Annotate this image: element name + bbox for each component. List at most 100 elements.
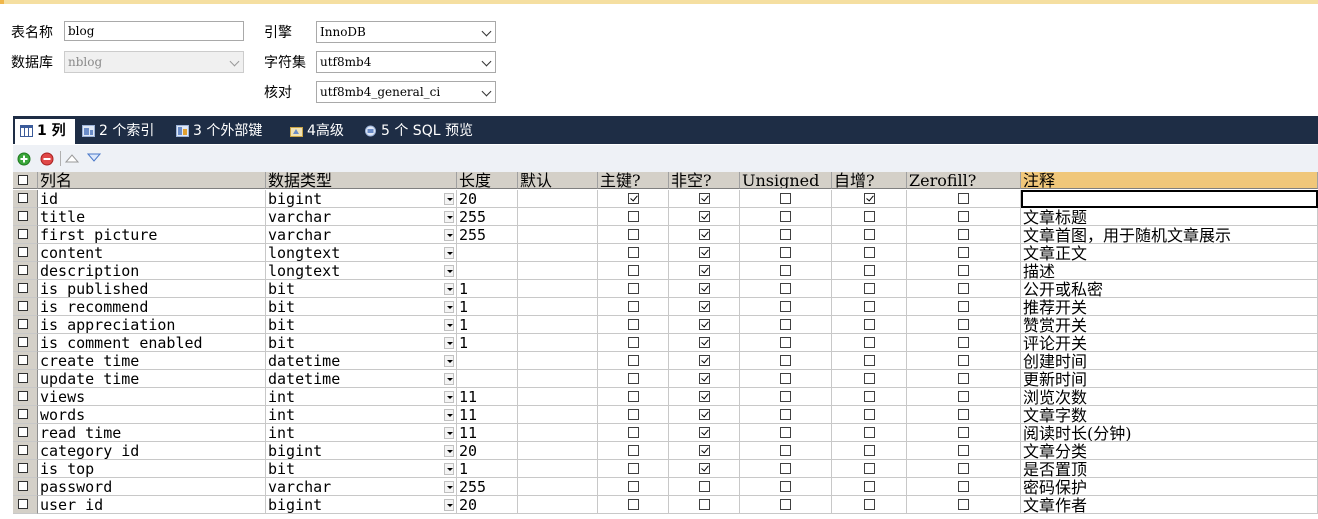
unsigned-checkbox[interactable] xyxy=(780,229,791,240)
not-null-checkbox-cell[interactable] xyxy=(669,370,740,388)
auto-increment-checkbox[interactable] xyxy=(864,391,875,402)
table-row[interactable]: is_appreciation bit 1 赞赏开关 xyxy=(13,316,1318,334)
primary-key-checkbox[interactable] xyxy=(628,319,639,330)
table-row[interactable]: is_recommend bit 1 推荐开关 xyxy=(13,298,1318,316)
unsigned-checkbox-cell[interactable] xyxy=(740,370,832,388)
unsigned-checkbox[interactable] xyxy=(780,445,791,456)
not-null-checkbox-cell[interactable] xyxy=(669,316,740,334)
row-selector[interactable] xyxy=(13,442,38,460)
row-select-checkbox[interactable] xyxy=(18,265,28,275)
header-default[interactable]: 默认 xyxy=(518,172,598,189)
primary-key-checkbox[interactable] xyxy=(628,193,639,204)
zerofill-checkbox[interactable] xyxy=(958,247,969,258)
primary-key-checkbox-cell[interactable] xyxy=(598,352,669,370)
zerofill-checkbox-cell[interactable] xyxy=(907,244,1021,262)
not-null-checkbox[interactable] xyxy=(699,355,710,366)
not-null-checkbox[interactable] xyxy=(699,463,710,474)
not-null-checkbox-cell[interactable] xyxy=(669,352,740,370)
row-selector[interactable] xyxy=(13,424,38,442)
row-selector[interactable] xyxy=(13,208,38,226)
data-type-cell[interactable]: bigint xyxy=(266,496,457,514)
not-null-checkbox[interactable] xyxy=(699,211,710,222)
row-select-checkbox[interactable] xyxy=(18,211,28,221)
comment-cell[interactable]: 是否置顶 xyxy=(1021,460,1318,478)
zerofill-checkbox-cell[interactable] xyxy=(907,424,1021,442)
not-null-checkbox[interactable] xyxy=(699,265,710,276)
unsigned-checkbox[interactable] xyxy=(780,193,791,204)
comment-cell[interactable]: 公开或私密 xyxy=(1021,280,1318,298)
auto-increment-checkbox[interactable] xyxy=(864,463,875,474)
unsigned-checkbox-cell[interactable] xyxy=(740,388,832,406)
not-null-checkbox-cell[interactable] xyxy=(669,496,740,514)
type-dropdown-icon[interactable] xyxy=(444,373,454,385)
table-row[interactable]: update_time datetime 更新时间 xyxy=(13,370,1318,388)
not-null-checkbox-cell[interactable] xyxy=(669,442,740,460)
length-cell[interactable]: 11 xyxy=(457,424,518,442)
default-cell[interactable] xyxy=(518,478,598,496)
table-row[interactable]: category_id bigint 20 文章分类 xyxy=(13,442,1318,460)
row-selector[interactable] xyxy=(13,316,38,334)
primary-key-checkbox-cell[interactable] xyxy=(598,280,669,298)
data-type-cell[interactable]: longtext xyxy=(266,262,457,280)
table-row[interactable]: description longtext 描述 xyxy=(13,262,1318,280)
zerofill-checkbox-cell[interactable] xyxy=(907,190,1021,208)
comment-cell[interactable]: 推荐开关 xyxy=(1021,298,1318,316)
move-up-icon[interactable] xyxy=(65,153,79,163)
not-null-checkbox-cell[interactable] xyxy=(669,406,740,424)
zerofill-checkbox-cell[interactable] xyxy=(907,370,1021,388)
primary-key-checkbox[interactable] xyxy=(628,499,639,510)
zerofill-checkbox[interactable] xyxy=(958,193,969,204)
auto-increment-checkbox[interactable] xyxy=(864,445,875,456)
length-cell[interactable]: 1 xyxy=(457,316,518,334)
not-null-checkbox-cell[interactable] xyxy=(669,460,740,478)
not-null-checkbox-cell[interactable] xyxy=(669,280,740,298)
not-null-checkbox[interactable] xyxy=(699,499,710,510)
auto-increment-checkbox-cell[interactable] xyxy=(832,226,907,244)
table-row[interactable]: content longtext 文章正文 xyxy=(13,244,1318,262)
auto-increment-checkbox-cell[interactable] xyxy=(832,334,907,352)
column-name-cell[interactable]: read_time xyxy=(38,424,266,442)
comment-cell[interactable]: 浏览次数 xyxy=(1021,388,1318,406)
zerofill-checkbox[interactable] xyxy=(958,427,969,438)
length-cell[interactable]: 20 xyxy=(457,190,518,208)
unsigned-checkbox-cell[interactable] xyxy=(740,226,832,244)
auto-increment-checkbox[interactable] xyxy=(864,283,875,294)
primary-key-checkbox[interactable] xyxy=(628,427,639,438)
primary-key-checkbox-cell[interactable] xyxy=(598,442,669,460)
not-null-checkbox-cell[interactable] xyxy=(669,262,740,280)
table-row[interactable]: id bigint 20 xyxy=(13,190,1318,208)
unsigned-checkbox-cell[interactable] xyxy=(740,190,832,208)
zerofill-checkbox-cell[interactable] xyxy=(907,280,1021,298)
length-cell[interactable]: 255 xyxy=(457,478,518,496)
type-dropdown-icon[interactable] xyxy=(444,301,454,313)
auto-increment-checkbox-cell[interactable] xyxy=(832,190,907,208)
charset-select[interactable]: utf8mb4 xyxy=(316,51,496,73)
column-name-cell[interactable]: is_published xyxy=(38,280,266,298)
row-select-checkbox[interactable] xyxy=(18,247,28,257)
data-type-cell[interactable]: int xyxy=(266,388,457,406)
data-type-cell[interactable]: varchar xyxy=(266,478,457,496)
table-row[interactable]: is_top bit 1 是否置顶 xyxy=(13,460,1318,478)
default-cell[interactable] xyxy=(518,460,598,478)
length-cell[interactable] xyxy=(457,352,518,370)
zerofill-checkbox-cell[interactable] xyxy=(907,442,1021,460)
auto-increment-checkbox-cell[interactable] xyxy=(832,208,907,226)
table-row[interactable]: first_picture varchar 255 文章首图，用于随机文章展示 xyxy=(13,226,1318,244)
data-type-cell[interactable]: bit xyxy=(266,280,457,298)
comment-cell[interactable]: 阅读时长(分钟) xyxy=(1021,424,1318,442)
column-name-cell[interactable]: password xyxy=(38,478,266,496)
primary-key-checkbox-cell[interactable] xyxy=(598,298,669,316)
type-dropdown-icon[interactable] xyxy=(444,211,454,223)
data-type-cell[interactable]: bigint xyxy=(266,190,457,208)
column-name-cell[interactable]: is_recommend xyxy=(38,298,266,316)
auto-increment-checkbox[interactable] xyxy=(864,211,875,222)
not-null-checkbox-cell[interactable] xyxy=(669,388,740,406)
row-selector[interactable] xyxy=(13,406,38,424)
not-null-checkbox-cell[interactable] xyxy=(669,334,740,352)
comment-cell[interactable]: 文章标题 xyxy=(1021,208,1318,226)
primary-key-checkbox-cell[interactable] xyxy=(598,460,669,478)
not-null-checkbox[interactable] xyxy=(699,229,710,240)
engine-select[interactable]: InnoDB xyxy=(316,21,496,43)
primary-key-checkbox[interactable] xyxy=(628,229,639,240)
zerofill-checkbox-cell[interactable] xyxy=(907,406,1021,424)
